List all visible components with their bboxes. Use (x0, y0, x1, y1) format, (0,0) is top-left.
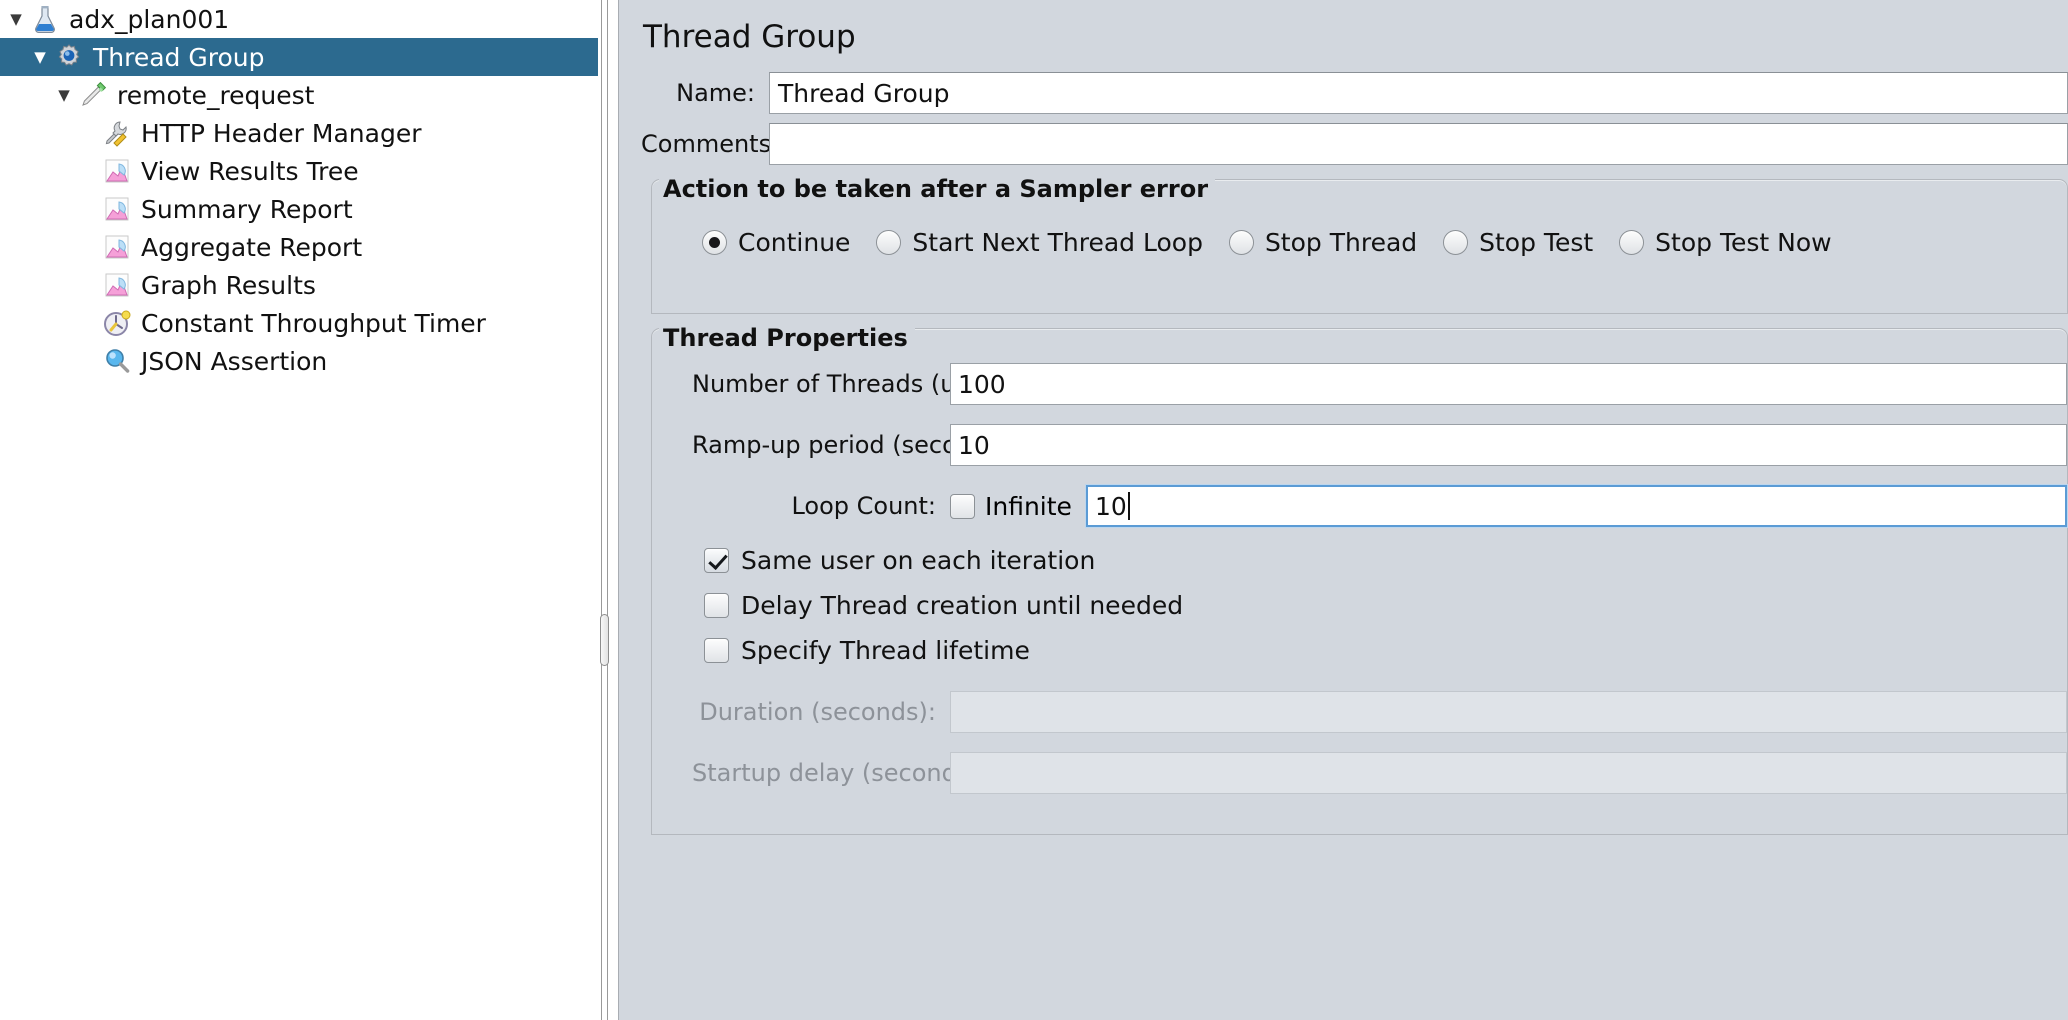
tree-item-label: Aggregate Report (141, 232, 363, 262)
thread-properties-group-box: Number of Threads (users): 100 Ramp-up p… (651, 328, 2068, 836)
listener-chart-icon (102, 194, 132, 224)
chevron-down-icon[interactable]: ▼ (52, 87, 76, 103)
same-user-label: Same user on each iteration (741, 546, 1096, 576)
radio-stop-test-now[interactable]: Stop Test Now (1619, 228, 1832, 258)
tree-item-label: Graph Results (141, 270, 316, 300)
radio-stop-test-label: Stop Test (1479, 228, 1594, 258)
name-input[interactable]: Thread Group (769, 72, 2068, 115)
radio-stop-test-indicator[interactable] (1443, 230, 1469, 256)
chevron-down-icon[interactable]: ▼ (28, 49, 52, 65)
sampler-error-group: Action to be taken after a Sampler error… (651, 177, 2068, 315)
loop-count-input[interactable]: 10 (1084, 484, 2068, 529)
tree-item-constant-throughput-timer[interactable]: Constant Throughput Timer (0, 304, 598, 342)
same-user-checkbox[interactable] (704, 548, 729, 574)
test-plan-tree[interactable]: ▼ adx_plan001 ▼ Thread Group ▼ remote_re… (0, 0, 598, 1020)
number-of-threads-label: Number of Threads (users): (692, 370, 1023, 399)
loop-count-value: 10 (1094, 491, 1127, 521)
radio-start-next-thread-loop-indicator[interactable] (876, 230, 902, 256)
delay-thread-creation-label: Delay Thread creation until needed (741, 591, 1184, 621)
splitter-line-left (601, 0, 602, 1020)
tree-item-label: View Results Tree (141, 156, 359, 186)
duration-row: Duration (seconds): (652, 691, 2067, 734)
loop-count-row: Loop Count: Infinite 10 (652, 484, 2068, 529)
header-manager-icon (102, 118, 132, 148)
infinite-checkbox[interactable]: Infinite (950, 492, 1072, 521)
loop-count-label: Loop Count: (791, 492, 936, 521)
startup-delay-row: Startup delay (seconds): (652, 752, 2067, 795)
tree-item-label: adx_plan001 (69, 4, 230, 34)
thread-group-editor: Thread Group Name: Thread Group Comments… (618, 0, 2068, 1020)
assertion-magnifier-icon (102, 346, 132, 376)
radio-stop-thread-label: Stop Thread (1264, 228, 1418, 258)
tree-item-view-results-tree[interactable]: View Results Tree (0, 152, 598, 190)
same-user-row[interactable]: Same user on each iteration (652, 546, 2067, 575)
splitter-line-right (607, 0, 608, 1020)
delay-thread-creation-checkbox[interactable] (704, 593, 729, 619)
listener-chart-icon (102, 156, 132, 186)
http-request-icon (78, 80, 108, 110)
specify-thread-lifetime-checkbox[interactable] (704, 638, 729, 664)
tree-item-remote_request[interactable]: ▼ remote_request (0, 76, 598, 114)
delay-thread-creation-row[interactable]: Delay Thread creation until needed (652, 591, 2067, 620)
thread-group-icon (54, 42, 84, 72)
startup-delay-label: Startup delay (seconds): (692, 759, 987, 788)
radio-stop-test[interactable]: Stop Test (1443, 228, 1593, 257)
chevron-down-icon[interactable]: ▼ (4, 11, 28, 27)
thread-properties-group: Thread Properties Number of Threads (use… (651, 326, 2068, 836)
tree-item-label: remote_request (117, 80, 315, 110)
infinite-checkbox-indicator[interactable] (950, 493, 975, 519)
sampler-error-group-title: Action to be taken after a Sampler error (659, 177, 1216, 202)
panel-splitter[interactable] (598, 0, 618, 1020)
ramp-up-period-input[interactable]: 10 (950, 424, 2067, 467)
text-caret (1127, 492, 1130, 521)
tree-item-label: Constant Throughput Timer (141, 308, 486, 338)
jmeter-window: ▼ adx_plan001 ▼ Thread Group ▼ remote_re… (0, 0, 2068, 1020)
tree-item-label: HTTP Header Manager (141, 118, 422, 148)
name-field-row: Name: Thread Group (641, 72, 2068, 115)
infinite-checkbox-label: Infinite (985, 491, 1072, 521)
startup-delay-input (950, 752, 2067, 795)
tree-item-http-header-manager[interactable]: HTTP Header Manager (0, 114, 598, 152)
radio-stop-thread-indicator[interactable] (1228, 230, 1254, 256)
name-label: Name: (676, 79, 755, 108)
tree-item-label: JSON Assertion (141, 346, 328, 376)
tree-item-label: Thread Group (93, 42, 265, 72)
radio-continue-indicator[interactable] (702, 230, 727, 256)
comments-label: Comments: (641, 130, 780, 159)
radio-start-next-thread-loop-label: Start Next Thread Loop (912, 228, 1203, 258)
number-of-threads-row: Number of Threads (users): 100 (652, 363, 2067, 406)
radio-stop-test-now-indicator[interactable] (1619, 230, 1645, 256)
duration-input (950, 691, 2067, 734)
listener-chart-icon (102, 232, 132, 262)
radio-stop-test-now-label: Stop Test Now (1655, 228, 1832, 258)
duration-label: Duration (seconds): (699, 698, 936, 727)
thread-properties-group-title: Thread Properties (659, 326, 915, 351)
comments-field-row: Comments: (641, 123, 2068, 166)
tree-item-summary-report[interactable]: Summary Report (0, 190, 598, 228)
timer-clock-icon (102, 308, 132, 338)
page-title: Thread Group (643, 19, 856, 55)
tree-item-label: Summary Report (141, 194, 353, 224)
radio-continue[interactable]: Continue (702, 228, 850, 257)
tree-item-graph-results[interactable]: Graph Results (0, 266, 598, 304)
specify-thread-lifetime-label: Specify Thread lifetime (741, 636, 1030, 666)
ramp-up-period-row: Ramp-up period (seconds): 10 (652, 424, 2067, 467)
ramp-up-period-label: Ramp-up period (seconds): (692, 431, 1018, 460)
tree-item-adx_plan001[interactable]: ▼ adx_plan001 (0, 0, 598, 38)
splitter-grip[interactable] (600, 614, 609, 666)
radio-start-next-thread-loop[interactable]: Start Next Thread Loop (876, 228, 1203, 257)
tree-item-aggregate-report[interactable]: Aggregate Report (0, 228, 598, 266)
tree-item-json-assertion[interactable]: JSON Assertion (0, 342, 598, 380)
listener-chart-icon (102, 270, 132, 300)
radio-continue-label: Continue (738, 228, 851, 258)
tree-item-thread-group[interactable]: ▼ Thread Group (0, 38, 598, 76)
number-of-threads-input[interactable]: 100 (950, 363, 2067, 406)
test-plan-icon (30, 4, 60, 34)
radio-stop-thread[interactable]: Stop Thread (1228, 228, 1418, 258)
specify-thread-lifetime-row[interactable]: Specify Thread lifetime (652, 636, 2067, 665)
comments-input[interactable] (769, 123, 2068, 166)
